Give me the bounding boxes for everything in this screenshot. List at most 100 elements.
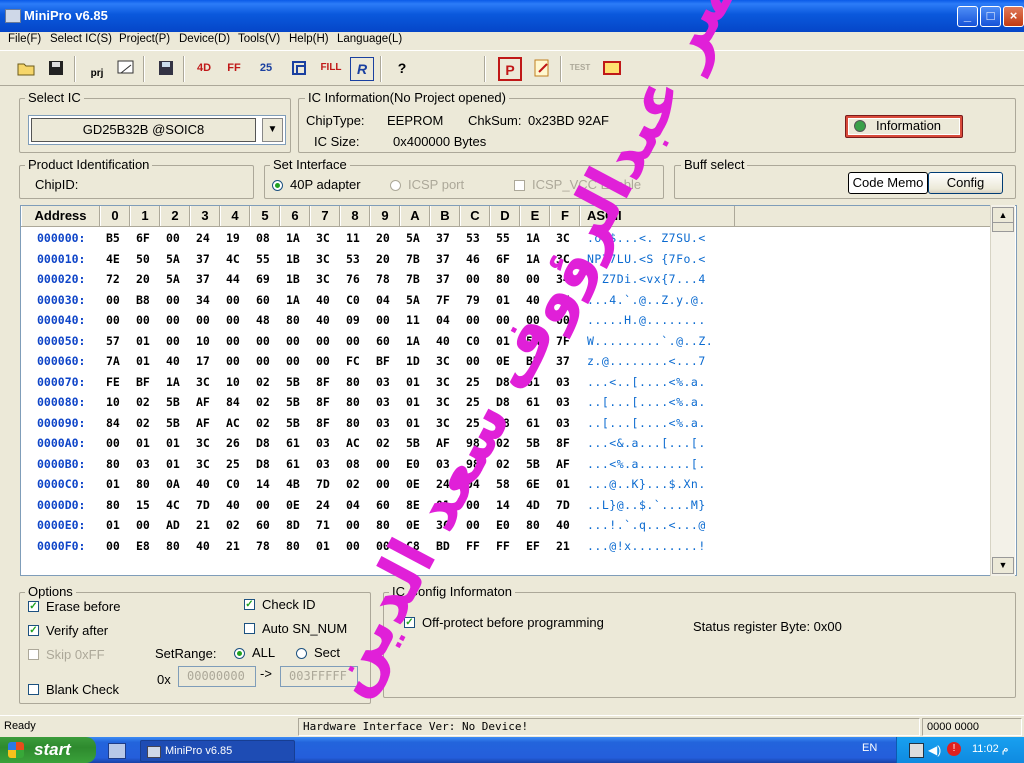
hex-byte-cell[interactable]: 3C — [436, 395, 450, 409]
hex-byte-cell[interactable]: 80 — [496, 272, 510, 286]
hex-byte-cell[interactable]: 04 — [466, 477, 480, 491]
hex-byte-cell[interactable]: 3C — [436, 375, 450, 389]
hex-byte-cell[interactable]: 40 — [226, 498, 240, 512]
hex-row[interactable]: 0000E0: 01 00 AD 21 02 60 8D 71 00 80 0E 3C 00 E0 80 40.… — [21, 515, 981, 535]
ic-select-combo[interactable]: GD25B32B @SOIC8 — [31, 118, 256, 142]
menu-device[interactable]: Device(D) — [179, 33, 230, 45]
hex-byte-cell[interactable]: EF — [526, 539, 540, 553]
hex-byte-cell[interactable]: E8 — [136, 539, 150, 553]
hex-byte-cell[interactable]: 04 — [436, 313, 450, 327]
hex-byte-cell[interactable]: D8 — [256, 436, 270, 450]
hex-byte-cell[interactable]: 00 — [286, 354, 300, 368]
hex-byte-cell[interactable]: 5B — [286, 395, 300, 409]
hex-byte-cell[interactable]: 8F — [556, 436, 570, 450]
hex-byte-cell[interactable]: AC — [226, 416, 240, 430]
hex-byte-cell[interactable]: 02 — [376, 436, 390, 450]
hex-byte-cell[interactable]: 00 — [376, 477, 390, 491]
hex-byte-cell[interactable]: 40 — [196, 477, 210, 491]
hex-byte-cell[interactable]: 01 — [406, 395, 420, 409]
hex-byte-cell[interactable]: 4B — [286, 477, 300, 491]
hex-byte-cell[interactable]: 00 — [256, 354, 270, 368]
hex-byte-cell[interactable]: 80 — [166, 539, 180, 553]
hex-byte-cell[interactable]: 78 — [376, 272, 390, 286]
hex-byte-cell[interactable]: E0 — [496, 518, 510, 532]
hex-byte-cell[interactable]: 37 — [196, 252, 210, 266]
minimize-button[interactable]: _ — [957, 6, 978, 27]
hex-byte-cell[interactable]: AD — [166, 518, 180, 532]
icsp-vcc-checkbox[interactable] — [514, 180, 525, 191]
hex-byte-cell[interactable]: 11 — [406, 313, 420, 327]
hex-byte-cell[interactable]: 25 — [226, 457, 240, 471]
hex-byte-cell[interactable]: 3C — [196, 375, 210, 389]
hex-byte-cell[interactable]: 5A — [166, 272, 180, 286]
hex-row[interactable]: 000000: B5 6F 00 24 19 08 1A 3C 11 20 5A 37 53 55 1A 3C.… — [21, 228, 981, 248]
scroll-thumb[interactable] — [992, 222, 1014, 232]
hex-byte-cell[interactable]: 01 — [496, 293, 510, 307]
hex-byte-cell[interactable]: 7B — [406, 272, 420, 286]
hex-byte-cell[interactable]: 78 — [256, 539, 270, 553]
hex-byte-cell[interactable]: 61 — [526, 395, 540, 409]
hex-byte-cell[interactable]: 8F — [316, 395, 330, 409]
hex-byte-cell[interactable]: C0 — [346, 293, 360, 307]
hex-byte-cell[interactable]: 20 — [376, 231, 390, 245]
hex-byte-cell[interactable]: 58 — [496, 477, 510, 491]
hex-byte-cell[interactable]: AF — [196, 416, 210, 430]
show-desktop-icon[interactable] — [108, 743, 126, 759]
hex-byte-cell[interactable]: 3C — [436, 354, 450, 368]
hex-byte-cell[interactable]: 8D — [286, 518, 300, 532]
hex-byte-cell[interactable]: 1A — [526, 231, 540, 245]
hex-byte-cell[interactable]: 7D — [196, 498, 210, 512]
volume-icon[interactable]: ◀) — [928, 743, 941, 757]
hex-byte-cell[interactable]: 19 — [226, 231, 240, 245]
hex-byte-cell[interactable]: 01 — [136, 436, 150, 450]
hex-byte-cell[interactable]: 98 — [466, 457, 480, 471]
hex-byte-cell[interactable]: 00 — [346, 334, 360, 348]
hex-byte-cell[interactable]: 10 — [106, 395, 120, 409]
hex-byte-cell[interactable]: 40 — [436, 334, 450, 348]
hex-byte-cell[interactable]: 37 — [556, 354, 570, 368]
hex-byte-cell[interactable]: 00 — [556, 313, 570, 327]
help-icon[interactable]: ? — [390, 57, 414, 81]
hex-byte-cell[interactable]: 61 — [526, 375, 540, 389]
hex-byte-cell[interactable]: 5B — [286, 375, 300, 389]
hex-row[interactable]: 000090: 84 02 5B AF AC 02 5B 8F 80 03 01 3C 25 D8 61 03.… — [21, 413, 981, 433]
hex-row[interactable]: 000070: FE BF 1A 3C 10 02 5B 8F 80 03 01 3C 25 D8 61 03.… — [21, 372, 981, 392]
menu-language[interactable]: Language(L) — [337, 33, 402, 45]
hex-byte-cell[interactable]: 20 — [136, 272, 150, 286]
hex-byte-cell[interactable]: 80 — [286, 313, 300, 327]
hex-byte-cell[interactable]: 14 — [256, 477, 270, 491]
auto-sn-checkbox[interactable] — [244, 623, 255, 634]
hex-byte-cell[interactable]: 25 — [466, 416, 480, 430]
test-icon[interactable]: TEST — [567, 57, 593, 81]
hex-byte-cell[interactable]: 21 — [556, 539, 570, 553]
hex-byte-cell[interactable]: 76 — [346, 272, 360, 286]
hex-byte-cell[interactable]: 3C — [436, 518, 450, 532]
hex-byte-cell[interactable]: 21 — [196, 518, 210, 532]
menu-project[interactable]: Project(P) — [119, 33, 170, 45]
fill-icon[interactable]: FILL — [317, 57, 345, 81]
hex-byte-cell[interactable]: 84 — [226, 395, 240, 409]
hex-byte-cell[interactable]: 84 — [106, 416, 120, 430]
hex-byte-cell[interactable]: 7A — [106, 354, 120, 368]
hex-byte-cell[interactable]: 3C — [316, 272, 330, 286]
hex-byte-cell[interactable]: 01 — [406, 375, 420, 389]
skip-0xff-checkbox[interactable] — [28, 649, 39, 660]
icsp-radio[interactable] — [390, 180, 401, 191]
hex-row[interactable]: 000060: 7A 01 40 17 00 00 00 00 FC BF 1D 3C 00 0E BD 37 z… — [21, 351, 981, 371]
alert-icon[interactable]: ! — [947, 742, 961, 756]
hex-byte-cell[interactable]: 04 — [376, 293, 390, 307]
hex-row[interactable]: 0000F0: 00 E8 80 40 21 78 80 01 00 00 C8 BD FF FF EF 21.… — [21, 536, 981, 556]
verify-ff-icon[interactable]: FF — [222, 57, 246, 81]
maximize-button[interactable]: □ — [980, 6, 1001, 27]
hex-byte-cell[interactable]: 0E — [286, 498, 300, 512]
hex-byte-cell[interactable]: 00 — [226, 354, 240, 368]
hex-byte-cell[interactable]: 03 — [316, 457, 330, 471]
hex-byte-cell[interactable]: 80 — [376, 518, 390, 532]
hex-byte-cell[interactable]: 00 — [376, 313, 390, 327]
hex-byte-cell[interactable]: 1D — [406, 354, 420, 368]
hex-byte-cell[interactable]: 01 — [136, 354, 150, 368]
hex-byte-cell[interactable]: 60 — [376, 498, 390, 512]
hex-byte-cell[interactable]: 79 — [466, 293, 480, 307]
hex-byte-cell[interactable]: 7D — [556, 498, 570, 512]
hex-byte-cell[interactable]: 00 — [466, 272, 480, 286]
